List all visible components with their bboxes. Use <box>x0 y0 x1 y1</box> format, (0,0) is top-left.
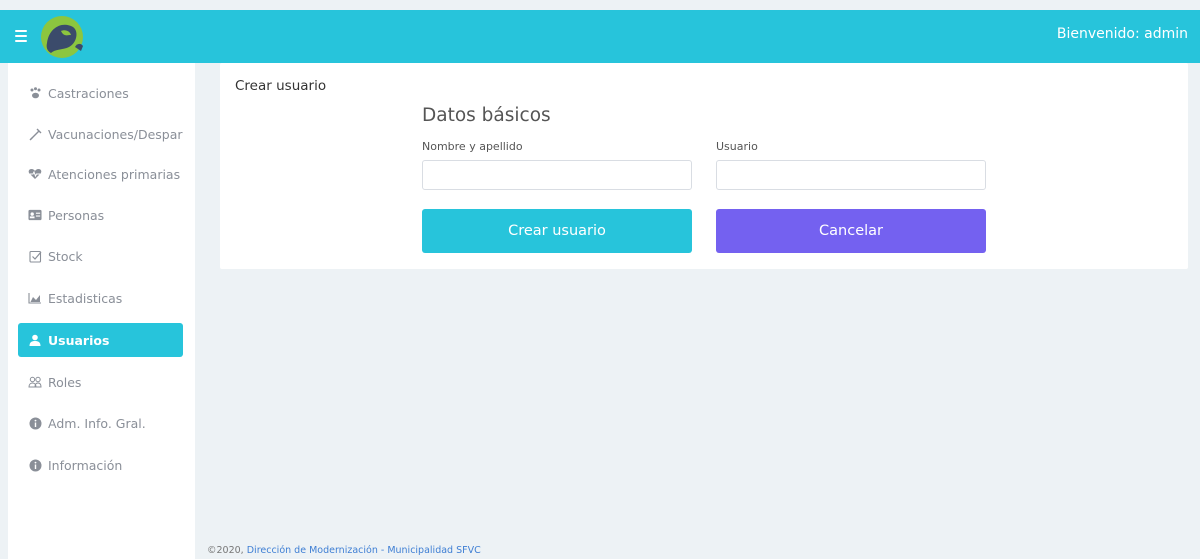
users-icon <box>28 375 42 389</box>
section-title: Datos básicos <box>422 105 551 126</box>
syringe-icon <box>28 127 42 141</box>
sidebar-item-label: Usuarios <box>48 332 110 348</box>
sidebar-item-label: Personas <box>48 207 105 223</box>
sidebar-item-atenciones[interactable]: Atenciones primarias <box>18 157 183 191</box>
create-user-button[interactable]: Crear usuario <box>422 209 692 253</box>
sidebar: Castraciones Vacunaciones/Desparasitacio… <box>8 63 195 559</box>
heartbeat-icon <box>28 167 42 181</box>
user-icon <box>28 333 42 347</box>
info-circle-icon <box>28 458 42 472</box>
footer: ©2020, Dirección de Modernización - Muni… <box>207 545 481 556</box>
sidebar-item-informacion[interactable]: Información <box>18 448 183 482</box>
name-label: Nombre y apellido <box>422 140 523 153</box>
create-user-card: Crear usuario Datos básicos Nombre y ape… <box>220 63 1188 269</box>
app-logo[interactable] <box>37 13 87 61</box>
sidebar-item-estadisticas[interactable]: Estadisticas <box>18 281 183 315</box>
sidebar-item-label: Estadisticas <box>48 290 123 306</box>
welcome-text: Bienvenido: admin <box>1056 26 1188 42</box>
sidebar-item-label: Vacunaciones/Desparasitaciones <box>48 126 183 142</box>
sidebar-item-label: Información <box>48 457 123 473</box>
card-title: Crear usuario <box>235 78 327 94</box>
sidebar-item-label: Stock <box>48 248 83 264</box>
id-card-icon <box>28 208 42 222</box>
footer-link[interactable]: Dirección de Modernización - Municipalid… <box>247 545 481 556</box>
username-label: Usuario <box>716 140 758 153</box>
sidebar-item-stock[interactable]: Stock <box>18 239 183 273</box>
sidebar-item-adm-info[interactable]: Adm. Info. Gral. <box>18 406 183 440</box>
footer-copyright: ©2020, <box>207 545 244 556</box>
username-input[interactable] <box>716 160 986 190</box>
sidebar-item-personas[interactable]: Personas <box>18 198 183 232</box>
sidebar-item-label: Atenciones primarias <box>48 166 181 182</box>
sidebar-item-label: Adm. Info. Gral. <box>48 415 146 431</box>
sidebar-item-usuarios[interactable]: Usuarios <box>18 323 183 357</box>
checkbox-icon <box>28 249 42 263</box>
menu-toggle-icon[interactable] <box>15 30 27 42</box>
sidebar-item-label: Castraciones <box>48 85 129 101</box>
name-input[interactable] <box>422 160 692 190</box>
chart-area-icon <box>28 291 42 305</box>
info-circle-icon <box>28 416 42 430</box>
sidebar-item-roles[interactable]: Roles <box>18 365 183 399</box>
top-bar: Bienvenido: admin <box>0 10 1200 63</box>
sidebar-item-label: Roles <box>48 374 82 390</box>
cancel-button[interactable]: Cancelar <box>716 209 986 253</box>
sidebar-item-vacunaciones[interactable]: Vacunaciones/Desparasitaciones <box>18 117 183 151</box>
sidebar-item-castraciones[interactable]: Castraciones <box>18 76 183 110</box>
paw-icon <box>28 86 42 100</box>
